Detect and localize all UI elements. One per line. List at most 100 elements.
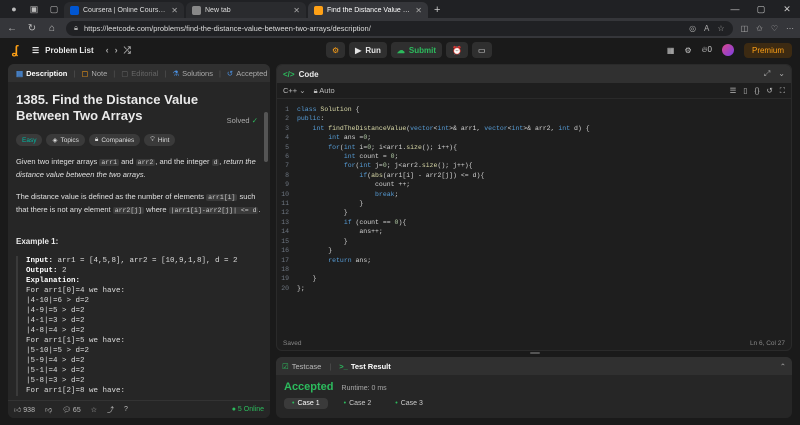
streak-counter[interactable]: 🔥︎0 (702, 45, 712, 55)
leetcode-logo-icon[interactable]: ʆ (8, 43, 22, 57)
close-tab-icon[interactable]: ✕ (415, 6, 422, 15)
read-aloud-icon[interactable]: A (704, 24, 709, 33)
star-icon[interactable]: ☆ (91, 406, 97, 414)
run-button[interactable]: ▶ Run (349, 42, 387, 58)
line-number: 17 (281, 256, 289, 264)
back-icon[interactable]: ← (6, 23, 18, 34)
code-line: 7 for(int j=0; j<arr2.size(); j++){ (277, 161, 791, 170)
refresh-icon[interactable]: ↻ (26, 23, 38, 34)
collapse-panel-icon[interactable]: ⌄ (778, 69, 785, 79)
runtime-text: Runtime: 0 ms (341, 385, 387, 392)
favorites-icon[interactable]: ✩ (756, 24, 763, 33)
tab-testcase[interactable]: ☑ Testcase (282, 362, 321, 371)
panel-resize-handle[interactable] (530, 352, 540, 354)
auto-mode[interactable]: 🔒︎ Auto (314, 86, 335, 96)
submit-button[interactable]: ☁ Submit (390, 42, 442, 58)
debug-icon[interactable]: ⚙ (326, 42, 346, 58)
code-text: if(abs(arr1[i] - arr2[j]) <= d){ (359, 171, 485, 179)
tab-note[interactable]: ▢ Note (77, 69, 111, 78)
format-icon[interactable]: ☰ (730, 86, 737, 96)
collapse-panel-icon[interactable]: ⌃ (780, 362, 786, 371)
close-tab-icon[interactable]: ✕ (171, 6, 178, 15)
case-tab[interactable]: • Case 2 (336, 398, 380, 409)
case-tab[interactable]: • Case 3 (387, 398, 431, 409)
check-circle-icon: ✓ (251, 116, 258, 125)
settings-icon[interactable]: ⚙ (684, 46, 691, 55)
tab-description[interactable]: ▤ Description (12, 69, 71, 78)
tab-test-result[interactable]: >_ Test Result (339, 362, 390, 371)
inline-code: arr2 (135, 159, 156, 166)
like-button[interactable]: 👍︎ 938 (14, 405, 35, 414)
shuffle-icon[interactable]: ⤮ (124, 45, 137, 55)
timer-icon[interactable]: ⏰ (446, 42, 468, 58)
tab-actions-icon[interactable]: ▢ (47, 2, 61, 16)
bookmark-icon[interactable]: ▯ (743, 86, 747, 96)
reset-icon[interactable]: ↺ (766, 86, 772, 96)
tab-title: Find the Distance Value Between (327, 6, 412, 14)
line-number: 20 (281, 284, 289, 292)
prev-problem-icon[interactable]: ‹ (106, 45, 115, 55)
dislike-icon[interactable]: 👎︎ (45, 405, 52, 414)
test-panel-tabs: ☑ Testcase | >_ Test Result ⌃ (276, 357, 792, 375)
inline-code: |arr1[i]-arr2[j]| <= d (168, 207, 259, 214)
avatar[interactable] (721, 44, 734, 56)
case-tab[interactable]: • Case 1 (284, 398, 328, 409)
home-icon[interactable]: ⌂ (46, 23, 58, 34)
url-text: https://leetcode.com/problems/find-the-d… (84, 23, 371, 33)
tab-label: Editorial (131, 68, 159, 78)
braces-icon[interactable]: {} (754, 86, 759, 96)
code-text: int ans =0; (328, 134, 372, 142)
browser-tab-leetcode[interactable]: Find the Distance Value Between ✕ (308, 2, 428, 18)
text: , and the integer (155, 157, 212, 166)
fullscreen-icon[interactable]: ⛶ (780, 86, 785, 96)
code-text: } (297, 237, 348, 245)
line-number: 19 (281, 275, 289, 283)
settings-more-icon[interactable]: ⋯ (786, 24, 794, 33)
language-select[interactable]: C++ ⌄ (283, 86, 306, 95)
maximize-icon[interactable]: ▢ (748, 0, 774, 18)
maximize-panel-icon[interactable]: ⤢ (764, 69, 770, 79)
next-problem-icon[interactable]: › (115, 45, 124, 55)
code-text: }; (297, 284, 305, 292)
profile-icon[interactable]: ● (7, 2, 21, 16)
browser-tab-coursera[interactable]: Coursera | Online Courses From T ✕ (64, 2, 184, 18)
explanation-label: Explanation: (26, 277, 81, 285)
new-tab-icon[interactable]: + (434, 4, 440, 16)
code-text: public: (297, 115, 325, 123)
code-toolbar: C++ ⌄ 🔒︎ Auto ☰ ▯ {} ↺ ⛶ (277, 83, 791, 99)
help-icon[interactable]: ? (124, 406, 128, 413)
code-text: int count = 0; (343, 153, 399, 161)
comments-button[interactable]: 💬︎ 65 (62, 406, 81, 414)
close-window-icon[interactable]: ✕ (774, 0, 800, 18)
close-tab-icon[interactable]: ✕ (293, 6, 300, 15)
premium-button[interactable]: Premium (743, 42, 792, 58)
solved-status: Solved ✓ (227, 116, 258, 125)
topics-badge[interactable]: ◈ Topics (46, 134, 85, 146)
hint-badge[interactable]: 💡︎ Hint (144, 134, 176, 146)
tab-accepted[interactable]: ↺ Accepted (223, 69, 270, 78)
notes-icon[interactable]: ▭ (471, 42, 492, 58)
tab-editorial[interactable]: ▢ Editorial (117, 69, 162, 78)
problem-description: 1385. Find the Distance Value Between Tw… (8, 82, 270, 400)
collections-icon[interactable]: ▣ (27, 2, 41, 16)
problem-list-nav[interactable]: ☰ Problem List ‹›⤮ (32, 45, 137, 56)
browser-tab-newtab[interactable]: New tab ✕ (186, 2, 306, 18)
test-panel: ☑ Testcase | >_ Test Result ⌃ Accepted Run… (276, 357, 792, 418)
code-editor[interactable]: 1 class Solution {2 public: 3 int findTheDi… (277, 99, 791, 299)
address-bar[interactable]: 🔒︎ https://leetcode.com/problems/find-th… (66, 20, 733, 36)
share-icon[interactable]: ⤴ (107, 405, 114, 415)
list-icon: ☰ (32, 45, 40, 55)
text: where (144, 205, 169, 214)
tab-solutions[interactable]: ⚗ Solutions (168, 69, 217, 78)
tracking-icon[interactable]: ◎ (689, 24, 696, 33)
split-screen-icon[interactable]: ◫ (741, 24, 749, 33)
scrollbar[interactable] (264, 112, 268, 162)
explanation-line: |5-1|=4 > d=2 (26, 367, 85, 375)
code-line: 2 public: (277, 114, 791, 123)
favorite-icon[interactable]: ☆ (717, 24, 724, 33)
browser-essentials-icon[interactable]: ♡ (771, 24, 778, 33)
companies-badge[interactable]: 🔒︎ Companies (88, 134, 141, 146)
minimize-icon[interactable]: — (722, 0, 748, 18)
explanation-line: |5-9|=4 > d=2 (26, 357, 85, 365)
layout-icon[interactable]: ▦ (667, 46, 675, 55)
